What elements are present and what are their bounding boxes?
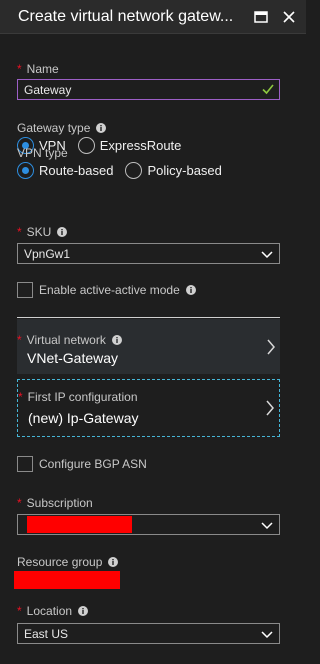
virtual-network-label: * Virtual network xyxy=(17,333,122,347)
ip-configuration-selector[interactable]: * First IP configuration (new) Ip-Gateway xyxy=(17,379,280,437)
radio-expressroute[interactable]: ExpressRoute xyxy=(77,137,181,154)
virtual-network-selector[interactable]: * Virtual network VNet-Gateway xyxy=(17,319,280,374)
redacted-subscription xyxy=(27,516,132,533)
gateway-type-label: Gateway type xyxy=(17,121,107,135)
section-divider xyxy=(17,317,280,318)
info-icon xyxy=(108,557,119,567)
maximize-icon[interactable] xyxy=(252,8,270,26)
close-icon[interactable] xyxy=(280,8,298,26)
vpn-type-label: VPN type xyxy=(17,146,68,160)
chevron-right-icon xyxy=(267,339,275,355)
info-icon xyxy=(185,285,196,295)
location-label: * Location xyxy=(17,604,89,618)
chevron-down-icon xyxy=(261,251,273,259)
virtual-network-value: VNet-Gateway xyxy=(27,350,119,366)
chevron-down-icon xyxy=(261,522,273,530)
bgp-checkbox[interactable]: Configure BGP ASN xyxy=(17,456,147,472)
name-input[interactable]: Gateway xyxy=(17,79,280,100)
radio-route-based[interactable]: Route-based xyxy=(17,162,113,179)
subscription-label: * Subscription xyxy=(17,496,93,510)
sku-select[interactable]: VpnGw1 xyxy=(17,243,280,264)
blade-title: Create virtual network gatew... xyxy=(18,7,234,25)
check-icon xyxy=(262,84,274,95)
ip-configuration-label: * First IP configuration xyxy=(18,390,138,404)
resource-group-label: Resource group xyxy=(17,555,119,569)
radio-policy-based[interactable]: Policy-based xyxy=(125,162,222,179)
chevron-right-icon xyxy=(266,400,274,416)
name-label: * Name xyxy=(17,62,59,76)
info-icon xyxy=(57,227,68,237)
blade-header: Create virtual network gatew... xyxy=(0,0,306,34)
info-icon xyxy=(111,335,122,345)
info-icon xyxy=(96,123,107,133)
ip-configuration-value: (new) Ip-Gateway xyxy=(28,410,139,426)
vpn-type-radio-group: Route-based Policy-based xyxy=(17,162,234,179)
location-select[interactable]: East US xyxy=(17,623,280,644)
sku-label: * SKU xyxy=(17,225,68,239)
active-active-checkbox[interactable]: Enable active-active mode xyxy=(17,282,196,298)
redacted-resource-group xyxy=(14,571,120,589)
info-icon xyxy=(78,606,89,616)
chevron-down-icon xyxy=(261,631,273,639)
